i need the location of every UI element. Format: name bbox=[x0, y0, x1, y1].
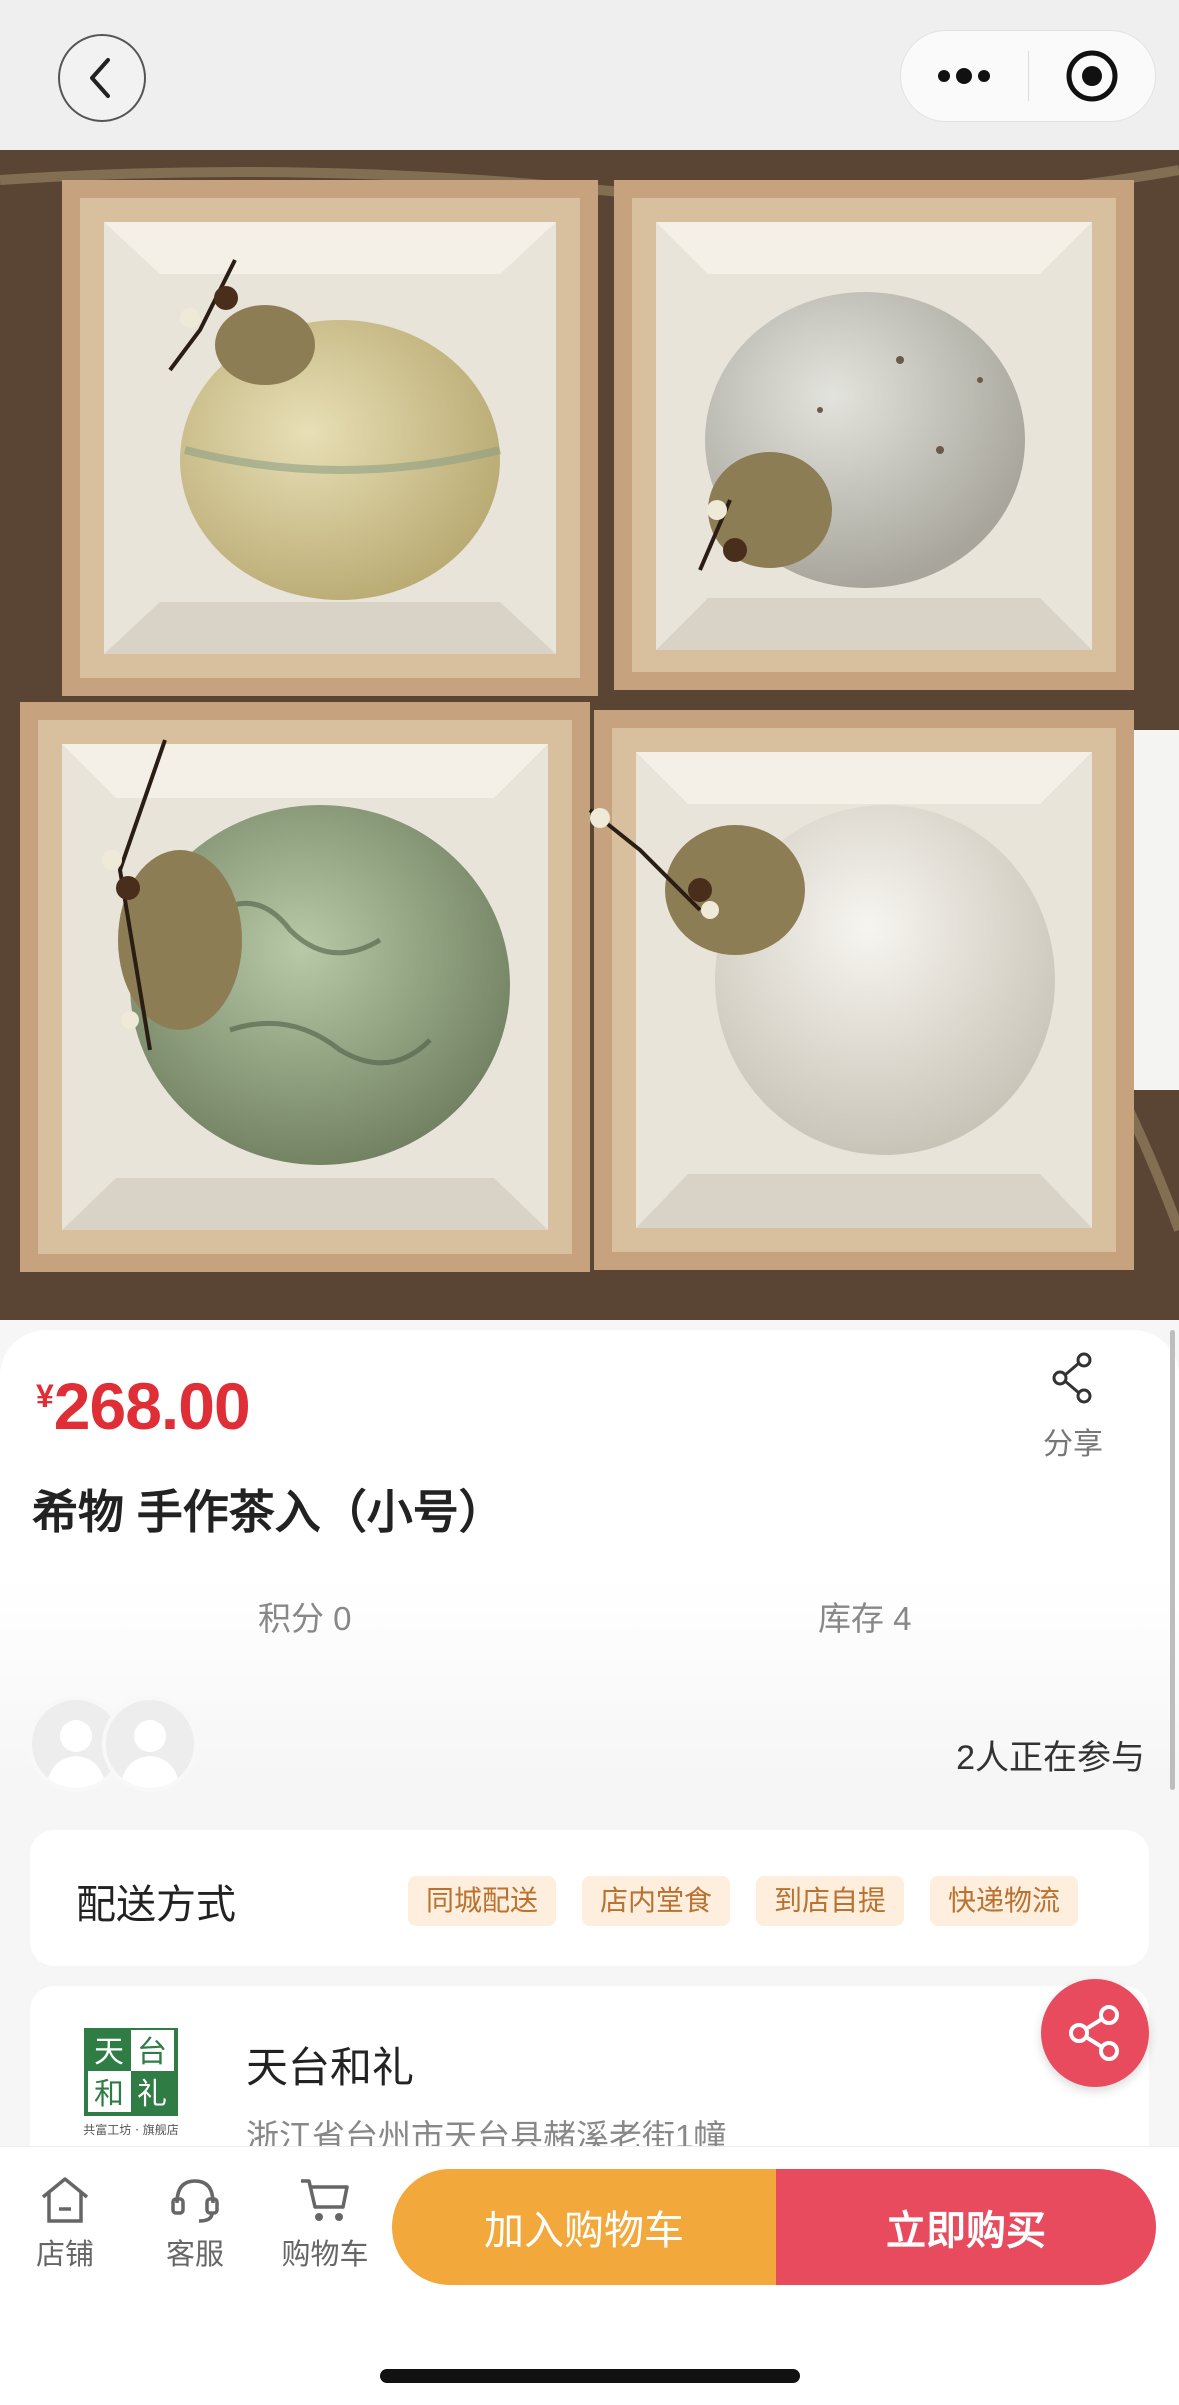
floating-share-button[interactable] bbox=[1041, 1979, 1149, 2087]
svg-text:台: 台 bbox=[137, 2035, 167, 2070]
cart-icon bbox=[301, 2179, 349, 2221]
currency-symbol: ¥ bbox=[36, 1378, 54, 1414]
participant-avatars bbox=[28, 1696, 208, 1796]
shop-label: 店铺 bbox=[35, 2239, 94, 2271]
svg-text:共富工坊 · 旗舰店: 共富工坊 · 旗舰店 bbox=[83, 2122, 178, 2137]
delivery-tag-local: 同城配送 bbox=[408, 1876, 557, 1926]
avatar bbox=[102, 1696, 198, 1792]
share-button[interactable]: 分享 bbox=[1030, 1350, 1116, 1463]
back-button[interactable] bbox=[58, 34, 146, 122]
buy-now-button[interactable]: 立即购买 bbox=[776, 2169, 1156, 2285]
more-dots-icon bbox=[938, 68, 991, 84]
scrollbar[interactable] bbox=[1170, 1330, 1175, 1790]
points-info: 积分 0 bbox=[258, 1600, 352, 1637]
product-image[interactable] bbox=[0, 150, 1179, 1320]
add-to-cart-button[interactable]: 加入购物车 bbox=[392, 2169, 776, 2285]
share-icon bbox=[1052, 1352, 1092, 1404]
bottom-action-bar: 店铺 客服 购物车 加入购物车 立即购买 bbox=[0, 2146, 1179, 2405]
product-title: 希物 手作茶入（小号） bbox=[32, 1486, 505, 1538]
delivery-tag-dine-in: 店内堂食 bbox=[582, 1876, 731, 1926]
share-icon bbox=[1069, 2005, 1119, 2061]
shop-tab[interactable]: 店铺 bbox=[10, 2173, 120, 2273]
svg-text:天: 天 bbox=[94, 2035, 124, 2070]
participants-count: 2人正在参与 bbox=[956, 1739, 1145, 1777]
user-silhouette-icon bbox=[120, 1720, 180, 1788]
price-value: 268.00 bbox=[53, 1369, 251, 1443]
headset-icon bbox=[171, 2179, 219, 2223]
close-mini-program-button[interactable] bbox=[1029, 31, 1156, 121]
service-tab[interactable]: 客服 bbox=[140, 2173, 250, 2273]
cart-label: 购物车 bbox=[281, 2239, 369, 2271]
chevron-left-icon bbox=[90, 58, 110, 98]
store-name: 天台和礼 bbox=[246, 2044, 415, 2091]
svg-text:礼: 礼 bbox=[137, 2077, 167, 2112]
delivery-tag-pickup: 到店自提 bbox=[756, 1876, 905, 1926]
cart-tab[interactable]: 购物车 bbox=[270, 2173, 380, 2273]
store-logo: 天 台 和 礼 共富工坊 · 旗舰店 bbox=[83, 2028, 179, 2137]
service-label: 客服 bbox=[165, 2239, 224, 2271]
delivery-label: 配送方式 bbox=[76, 1883, 236, 1927]
delivery-section: 配送方式 同城配送 店内堂食 到店自提 快递物流 bbox=[30, 1830, 1149, 1966]
more-button[interactable] bbox=[901, 31, 1028, 121]
product-photo-illustration bbox=[0, 150, 1179, 1320]
stock-info: 库存 4 bbox=[818, 1600, 912, 1637]
delivery-tag-express: 快递物流 bbox=[930, 1876, 1079, 1926]
home-icon bbox=[41, 2177, 89, 2223]
svg-text:和: 和 bbox=[94, 2077, 124, 2112]
target-icon bbox=[1066, 50, 1118, 102]
share-label: 分享 bbox=[1043, 1428, 1103, 1461]
home-indicator bbox=[380, 2369, 800, 2383]
top-navigation-bar bbox=[0, 0, 1179, 150]
mini-program-capsule bbox=[900, 30, 1156, 122]
product-price: ¥268.00 bbox=[36, 1368, 251, 1444]
